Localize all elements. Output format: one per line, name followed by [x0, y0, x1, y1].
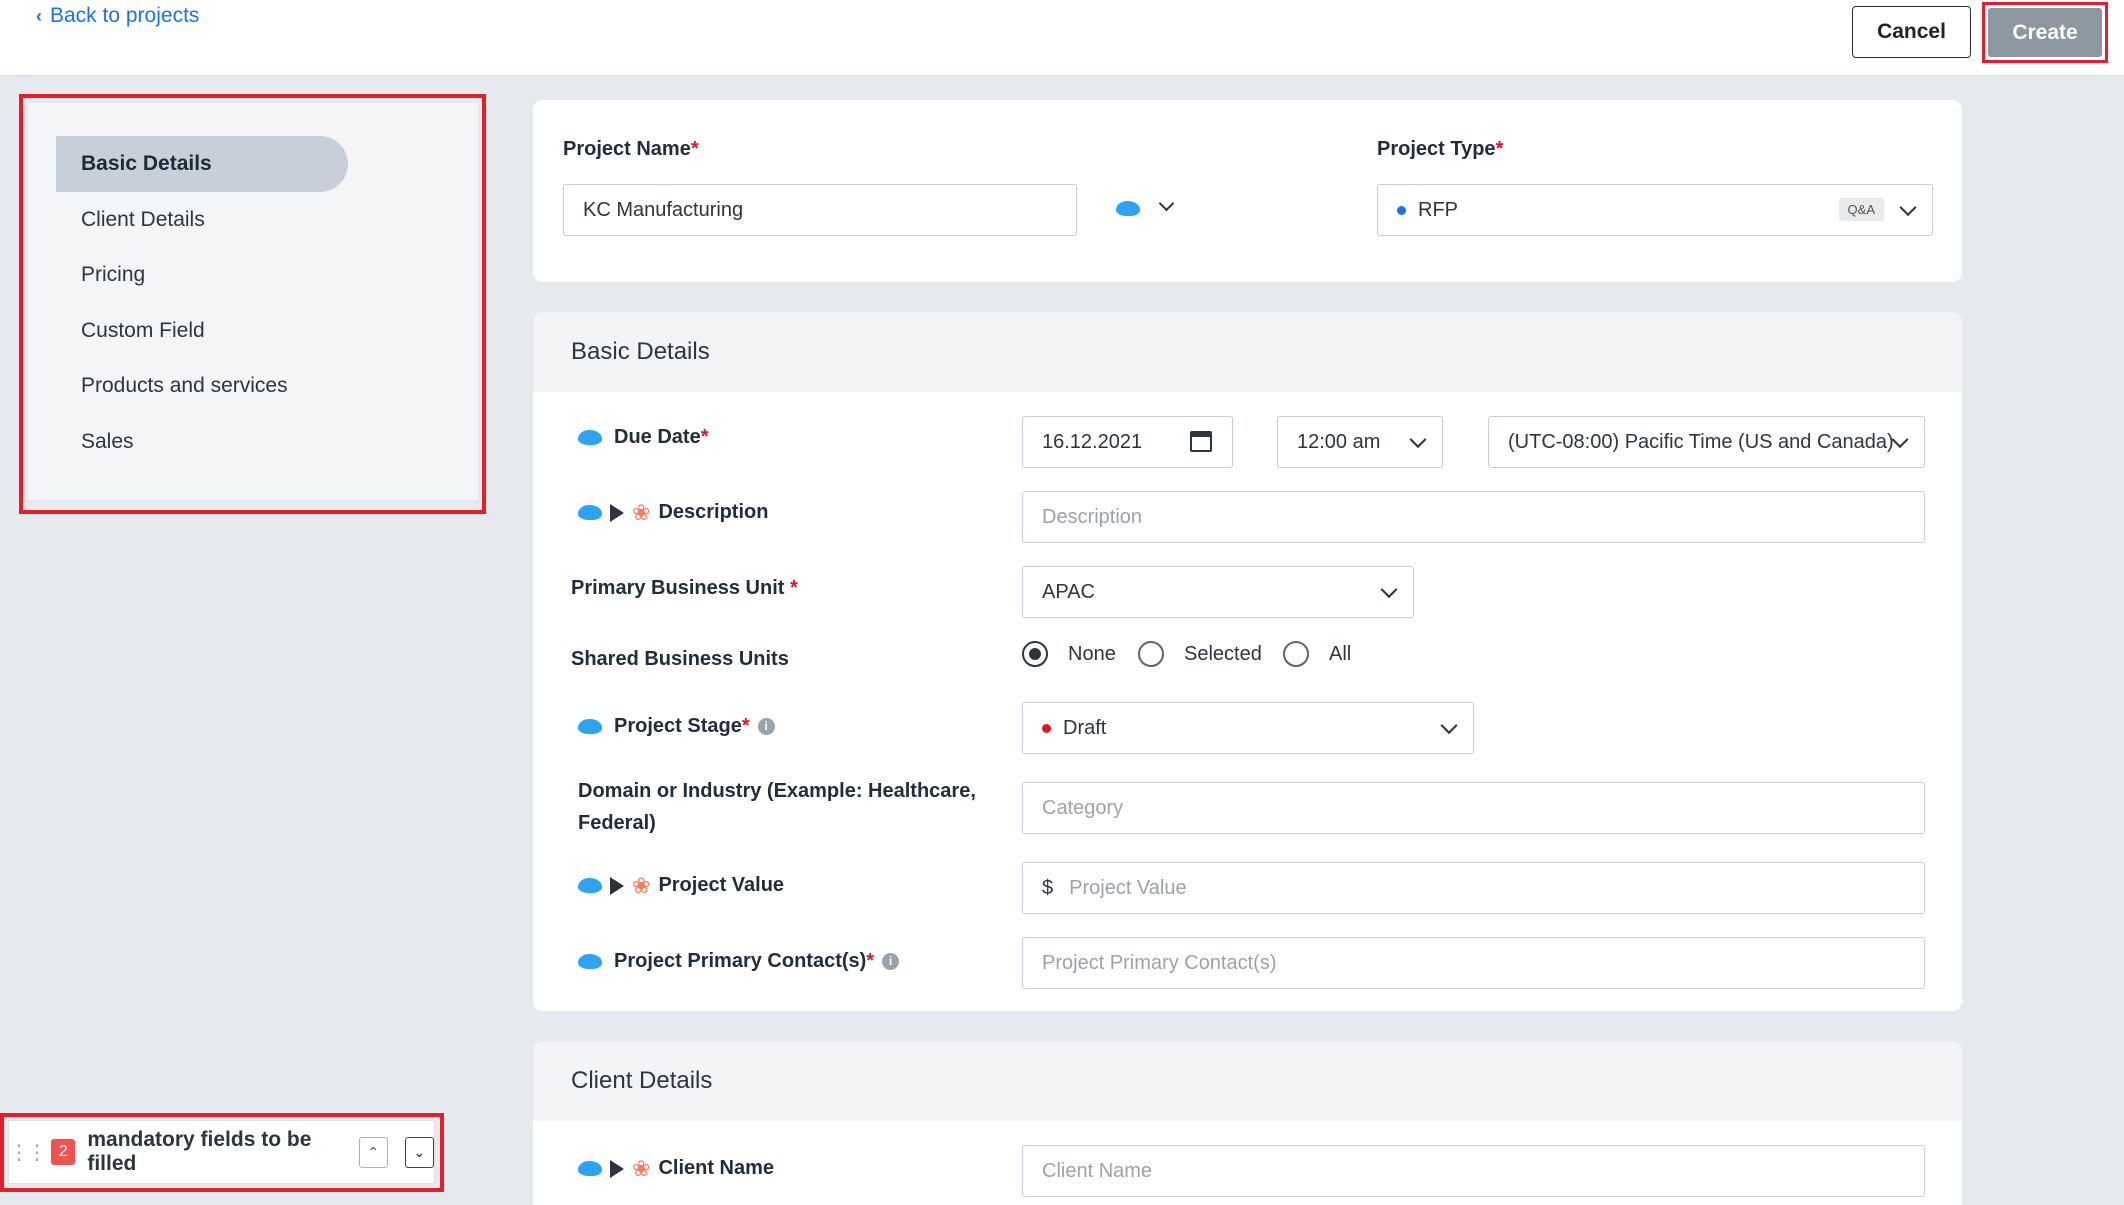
chevron-down-icon [1440, 717, 1458, 735]
sidebar-item-basic-details[interactable]: Basic Details [56, 136, 348, 192]
chevron-down-icon[interactable] [1158, 195, 1175, 212]
salesforce-icon [578, 878, 602, 893]
shared-bu-radio-all[interactable]: All [1283, 641, 1351, 667]
project-stage-select[interactable]: Draft [1022, 702, 1474, 754]
draft-dot-icon [1042, 723, 1051, 733]
cancel-button[interactable]: Cancel [1852, 6, 1971, 58]
primary-business-unit-select[interactable]: APAC [1022, 566, 1414, 618]
due-date-input[interactable]: 16.12.2021 [1022, 416, 1233, 468]
shared-business-units-label: Shared Business Units [571, 648, 789, 670]
back-to-projects-link[interactable]: ‹ Back to projects [36, 4, 199, 28]
dynamics-icon [610, 1159, 624, 1178]
chevron-down-icon [1891, 431, 1909, 449]
project-primary-contact-label: Project Primary Contact(s)* i [578, 950, 900, 973]
domain-category-input[interactable]: Category [1022, 782, 1925, 834]
create-button-highlight: Create [1982, 2, 2108, 63]
salesforce-icon [1116, 201, 1140, 216]
hubspot-icon: ❀ [632, 1155, 651, 1181]
dynamics-icon [610, 503, 624, 522]
project-value-input[interactable]: $ Project Value [1022, 862, 1925, 914]
project-header-card: Project Name* KC Manufacturing Project T… [533, 100, 1962, 282]
info-icon[interactable]: i [882, 953, 900, 970]
sidebar-nav: Basic Details Client Details Pricing Cus… [28, 103, 478, 500]
project-type-value: RFP [1418, 198, 1458, 221]
qa-badge: Q&A [1838, 198, 1884, 221]
mandatory-fields-text: mandatory fields to be filled [87, 1128, 312, 1175]
client-details-title: Client Details [533, 1041, 1962, 1121]
radio-selected-label: Selected [1184, 642, 1262, 665]
project-type-select[interactable]: RFP Q&A [1377, 184, 1933, 236]
time-select[interactable]: 12:00 am [1277, 416, 1443, 468]
hubspot-icon: ❀ [632, 499, 651, 525]
back-link-label: Back to projects [50, 4, 200, 27]
salesforce-icon [578, 954, 602, 969]
chevron-down-icon [1899, 199, 1917, 217]
due-date-label: Due Date* [578, 426, 709, 449]
basic-details-card: Basic Details Due Date* 16.12.2021 12:00… [533, 312, 1962, 1011]
client-details-card: Client Details ❀ Client Name Client Name [533, 1041, 1962, 1205]
hubspot-icon: ❀ [632, 872, 651, 898]
previous-field-button[interactable]: ⌃ [358, 1136, 388, 1168]
sidebar-item-client-details[interactable]: Client Details [56, 192, 348, 248]
info-icon[interactable]: i [757, 718, 775, 735]
radio-empty-icon [1283, 641, 1309, 667]
basic-details-title: Basic Details [533, 312, 1962, 392]
client-name-input[interactable]: Client Name [1022, 1145, 1925, 1197]
project-value-placeholder: Project Value [1069, 876, 1187, 899]
project-name-label: Project Name* [563, 138, 699, 160]
chevron-down-icon [1409, 431, 1427, 449]
timezone-value: (UTC-08:00) Pacific Time (US and Canada) [1508, 430, 1894, 453]
radio-selected-icon [1022, 641, 1048, 667]
radio-all-label: All [1329, 642, 1352, 665]
primary-business-unit-value: APAC [1042, 580, 1095, 603]
dollar-prefix: $ [1042, 876, 1054, 899]
time-value: 12:00 am [1297, 430, 1381, 453]
sidebar-item-pricing[interactable]: Pricing [56, 247, 348, 303]
shared-bu-radio-selected[interactable]: Selected [1138, 641, 1262, 667]
timezone-select[interactable]: (UTC-08:00) Pacific Time (US and Canada) [1488, 416, 1925, 468]
project-type-label: Project Type* [1377, 138, 1504, 160]
next-field-button[interactable]: ⌄ [404, 1136, 434, 1168]
mandatory-fields-widget: ⋮⋮ 2 mandatory fields to be filled ⌃ ⌄ [8, 1120, 435, 1184]
top-bar: ‹ Back to projects Cancel Create [0, 0, 2124, 76]
project-stage-value: Draft [1063, 716, 1107, 739]
description-label: ❀ Description [578, 501, 768, 524]
calendar-icon[interactable] [1190, 431, 1212, 452]
description-input[interactable]: Description [1022, 491, 1925, 543]
radio-none-label: None [1068, 642, 1116, 665]
domain-industry-label: Domain or Industry (Example: Healthcare,… [578, 780, 976, 834]
project-stage-label: Project Stage* i [578, 715, 775, 738]
client-name-label: ❀ Client Name [578, 1157, 774, 1180]
project-name-input[interactable]: KC Manufacturing [563, 184, 1077, 236]
sidebar-item-custom-field[interactable]: Custom Field [56, 303, 348, 359]
primary-business-unit-label: Primary Business Unit * [571, 577, 798, 599]
chevron-left-icon: ‹ [36, 5, 42, 26]
salesforce-icon [578, 1161, 602, 1176]
salesforce-icon [578, 505, 602, 520]
shared-bu-radio-none[interactable]: None [1022, 641, 1116, 667]
radio-empty-icon [1138, 641, 1164, 667]
create-button[interactable]: Create [1988, 8, 2102, 57]
sidebar-item-sales[interactable]: Sales [56, 414, 348, 470]
due-date-value: 16.12.2021 [1042, 430, 1143, 453]
salesforce-icon [578, 430, 602, 445]
dynamics-icon [610, 876, 624, 895]
project-value-label: ❀ Project Value [578, 874, 784, 897]
sidebar-item-products-and-services[interactable]: Products and services [56, 358, 348, 414]
project-primary-contact-input[interactable]: Project Primary Contact(s) [1022, 937, 1925, 989]
rfp-dot-icon [1397, 205, 1406, 215]
mandatory-count-badge: 2 [51, 1139, 76, 1165]
salesforce-icon [578, 719, 602, 734]
drag-handle-icon[interactable]: ⋮⋮ [9, 1140, 47, 1165]
chevron-down-icon [1380, 581, 1398, 599]
